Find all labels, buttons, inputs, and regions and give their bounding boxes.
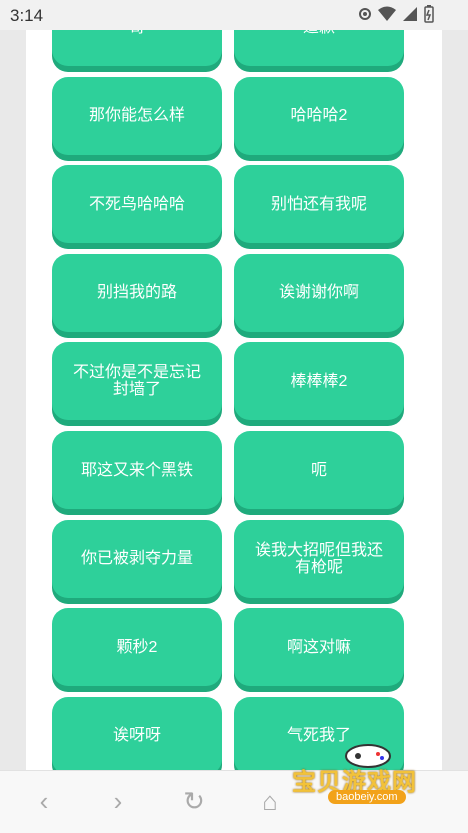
sound-button[interactable]: 呃 xyxy=(234,431,404,509)
sound-button[interactable]: 别怕还有我呢 xyxy=(234,165,404,244)
status-bar: 3:14 xyxy=(0,0,468,30)
sound-button[interactable]: 诶我大招呢但我还有枪呢 xyxy=(234,519,404,598)
sound-button[interactable]: 诶谢谢你啊 xyxy=(234,253,404,332)
gear-icon xyxy=(358,7,372,26)
status-icons xyxy=(358,5,434,28)
battery-icon xyxy=(424,5,434,28)
soundboard-page: 哥道歉那你能怎么样哈哈哈2不死鸟哈哈哈别怕还有我呢别挡我的路诶谢谢你啊不过你是不… xyxy=(26,30,442,770)
sound-button[interactable]: 哈哈哈2 xyxy=(234,76,404,155)
home-icon[interactable]: ⌂ xyxy=(252,783,288,819)
sound-button[interactable]: 诶呀呀 xyxy=(52,696,222,770)
sound-button[interactable]: 道歉 xyxy=(234,30,404,66)
sound-button[interactable]: 那你能怎么样 xyxy=(52,76,222,155)
sound-button[interactable]: 别挡我的路 xyxy=(52,253,222,332)
sound-button[interactable]: 你已被剥夺力量 xyxy=(52,519,222,598)
watermark-url: baobeiy.com xyxy=(328,790,406,804)
sound-button[interactable]: 不过你是不是忘记封墙了 xyxy=(52,342,222,421)
watermark-logo: 宝贝游戏网 baobeiy.com xyxy=(292,742,442,812)
signal-icon xyxy=(402,6,418,27)
sound-button[interactable]: 不死鸟哈哈哈 xyxy=(52,165,222,244)
sound-button[interactable]: 啊这对嘛 xyxy=(234,608,404,687)
sound-button[interactable]: 哥 xyxy=(52,30,222,66)
sound-button[interactable]: 耶这又来个黑铁 xyxy=(52,431,222,509)
sound-button[interactable]: 棒棒棒2 xyxy=(234,342,404,421)
wifi-icon xyxy=(378,6,396,27)
forward-icon[interactable]: › xyxy=(100,783,136,819)
sound-button[interactable]: 颗秒2 xyxy=(52,608,222,687)
status-time: 3:14 xyxy=(10,6,44,25)
refresh-icon[interactable]: ↻ xyxy=(176,783,212,819)
back-icon[interactable]: ‹ xyxy=(26,783,62,819)
